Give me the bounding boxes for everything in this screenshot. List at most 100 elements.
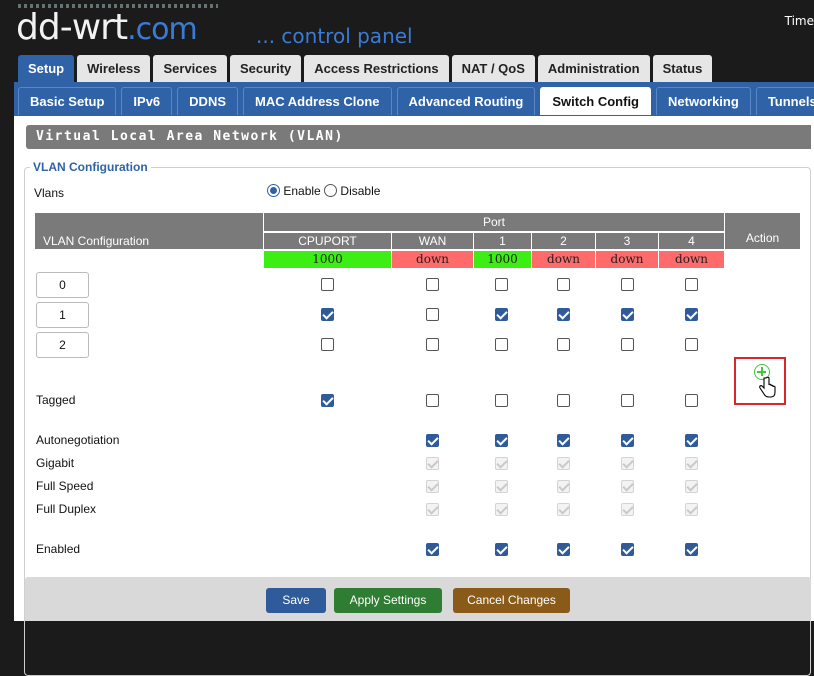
- enable-label: Enable: [283, 184, 321, 198]
- full-speed-checkbox: [426, 480, 439, 493]
- subtab-networking[interactable]: Networking: [656, 87, 751, 115]
- tagged-checkbox[interactable]: [426, 394, 439, 407]
- logo: dd-wrt.com: [16, 8, 198, 50]
- tab-services[interactable]: Services: [153, 55, 227, 82]
- full-duplex-checkbox: [557, 503, 570, 516]
- hand-cursor-icon: [759, 376, 776, 398]
- vlan-0-port-checkbox[interactable]: [557, 278, 570, 291]
- gigabit-checkbox: [557, 457, 570, 470]
- vlans-radio-group: Enable Disable: [267, 184, 380, 198]
- subtab-tunnels[interactable]: Tunnels: [755, 87, 814, 115]
- header: dd-wrt.com ... control panel Time: [0, 0, 814, 56]
- vlans-label: Vlans: [34, 186, 65, 200]
- port-speed-3: down: [596, 251, 658, 268]
- subtab-ddns[interactable]: DDNS: [177, 87, 239, 115]
- gigabit-checkbox: [495, 457, 508, 470]
- enabled-checkbox[interactable]: [557, 543, 570, 556]
- disable-label: Disable: [340, 184, 381, 198]
- tab-security[interactable]: Security: [229, 55, 302, 82]
- subtab-advanced-routing[interactable]: Advanced Routing: [396, 87, 536, 115]
- vlan-1-port-checkbox[interactable]: [426, 308, 439, 321]
- vlan-0-port-checkbox[interactable]: [685, 278, 698, 291]
- autonegotiation-checkbox[interactable]: [495, 434, 508, 447]
- option-label-gigabit: Gigabit: [36, 456, 75, 470]
- tab-wireless[interactable]: Wireless: [77, 55, 151, 82]
- vlan-1-port-checkbox[interactable]: [685, 308, 698, 321]
- full-speed-checkbox: [557, 480, 570, 493]
- full-speed-checkbox: [495, 480, 508, 493]
- gigabit-checkbox: [621, 457, 634, 470]
- sub-tabs: Basic Setup IPv6 DDNS MAC Address Clone …: [18, 87, 814, 115]
- port-name-4: 4: [659, 233, 724, 249]
- tab-access-restrictions[interactable]: Access Restrictions: [304, 55, 449, 82]
- autonegotiation-checkbox[interactable]: [621, 434, 634, 447]
- subtab-basic-setup[interactable]: Basic Setup: [18, 87, 117, 115]
- vlan-id-field[interactable]: 1: [36, 302, 89, 328]
- tagline: ... control panel: [256, 24, 413, 48]
- port-speed-2: down: [532, 251, 595, 268]
- section-title: Virtual Local Area Network (VLAN): [26, 125, 811, 149]
- vlan-2-port-checkbox[interactable]: [426, 338, 439, 351]
- port-name-3: 3: [596, 233, 658, 249]
- autonegotiation-checkbox[interactable]: [557, 434, 570, 447]
- tagged-checkbox[interactable]: [621, 394, 634, 407]
- vlan-id-field[interactable]: 0: [36, 272, 89, 298]
- tab-setup[interactable]: Setup: [18, 55, 75, 82]
- vlan-0-port-checkbox[interactable]: [621, 278, 634, 291]
- vlan-2-port-checkbox[interactable]: [557, 338, 570, 351]
- vlan-2-port-checkbox[interactable]: [621, 338, 634, 351]
- subtab-mac-address-clone[interactable]: MAC Address Clone: [243, 87, 392, 115]
- footer-button-bar: Save Apply Settings Cancel Changes: [25, 577, 811, 621]
- vlan-2-port-checkbox[interactable]: [495, 338, 508, 351]
- content-area: Virtual Local Area Network (VLAN) VLAN C…: [14, 116, 814, 676]
- port-name-cpuport: CPUPORT: [264, 233, 391, 249]
- add-vlan-highlight: [734, 357, 786, 405]
- cancel-changes-button[interactable]: Cancel Changes: [453, 588, 570, 613]
- option-label-autonegotiation: Autonegotiation: [36, 433, 120, 447]
- subtab-switch-config[interactable]: Switch Config: [540, 87, 652, 115]
- full-speed-checkbox: [621, 480, 634, 493]
- enable-radio[interactable]: [267, 184, 280, 197]
- vlan-1-port-checkbox[interactable]: [621, 308, 634, 321]
- tagged-checkbox[interactable]: [685, 394, 698, 407]
- subtab-ipv6[interactable]: IPv6: [121, 87, 173, 115]
- port-speed-cpuport: 1000: [264, 251, 391, 268]
- autonegotiation-checkbox[interactable]: [685, 434, 698, 447]
- port-speed-4: down: [659, 251, 724, 268]
- full-duplex-checkbox: [495, 503, 508, 516]
- tagged-checkbox[interactable]: [495, 394, 508, 407]
- tab-administration[interactable]: Administration: [537, 55, 650, 82]
- vlan-0-port-checkbox[interactable]: [426, 278, 439, 291]
- logo-suffix: .com: [127, 12, 198, 47]
- full-duplex-checkbox: [685, 503, 698, 516]
- vlan-config-header: VLAN Configuration: [35, 213, 263, 249]
- tagged-checkbox[interactable]: [321, 394, 334, 407]
- disable-radio[interactable]: [324, 184, 338, 197]
- enabled-checkbox[interactable]: [426, 543, 439, 556]
- vlan-1-port-checkbox[interactable]: [557, 308, 570, 321]
- tab-nat-qos[interactable]: NAT / QoS: [451, 55, 535, 82]
- port-name-2: 2: [532, 233, 595, 249]
- vlan-1-port-checkbox[interactable]: [321, 308, 334, 321]
- save-button[interactable]: Save: [266, 588, 326, 613]
- enabled-checkbox[interactable]: [495, 543, 508, 556]
- time-label: Time: [784, 14, 814, 28]
- option-label-enabled: Enabled: [36, 542, 81, 556]
- autonegotiation-checkbox[interactable]: [426, 434, 439, 447]
- apply-settings-button[interactable]: Apply Settings: [334, 588, 442, 613]
- tagged-checkbox[interactable]: [557, 394, 570, 407]
- vlan-id-field[interactable]: 2: [36, 332, 89, 358]
- vlan-1-port-checkbox[interactable]: [495, 308, 508, 321]
- port-name-1: 1: [474, 233, 531, 249]
- port-name-wan: WAN: [392, 233, 473, 249]
- vlan-2-port-checkbox[interactable]: [321, 338, 334, 351]
- enabled-checkbox[interactable]: [685, 543, 698, 556]
- main-tabs: Setup Wireless Services Security Access …: [18, 55, 713, 82]
- vlan-0-port-checkbox[interactable]: [495, 278, 508, 291]
- tab-status[interactable]: Status: [652, 55, 713, 82]
- vlan-0-port-checkbox[interactable]: [321, 278, 334, 291]
- action-header: Action: [725, 213, 800, 249]
- enabled-checkbox[interactable]: [621, 543, 634, 556]
- vlan-2-port-checkbox[interactable]: [685, 338, 698, 351]
- full-speed-checkbox: [685, 480, 698, 493]
